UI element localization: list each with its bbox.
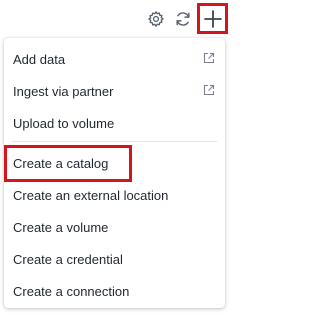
- settings-button[interactable]: [143, 6, 169, 32]
- external-link-icon: [203, 52, 215, 64]
- menu-item-create-credential[interactable]: Create a credential: [4, 243, 225, 275]
- menu-item-label: Create an external location: [13, 187, 169, 203]
- menu-item-label: Ingest via partner: [13, 83, 114, 99]
- menu-divider: [12, 141, 217, 142]
- menu-item-ingest-via-partner[interactable]: Ingest via partner: [4, 75, 225, 107]
- refresh-button[interactable]: [170, 6, 196, 32]
- menu-item-create-connection[interactable]: Create a connection: [4, 275, 225, 307]
- gear-icon: [148, 11, 164, 27]
- add-button[interactable]: [197, 3, 228, 34]
- menu-item-label: Create a volume: [13, 219, 109, 235]
- menu-item-label: Upload to volume: [13, 115, 115, 131]
- menu-item-add-data[interactable]: Add data: [4, 43, 225, 75]
- external-link-icon: [203, 84, 215, 96]
- catalog-explorer-page: Add data Ingest via partner Upload to vo…: [0, 0, 229, 320]
- menu-item-label: Create a credential: [13, 251, 123, 267]
- menu-item-label: Create a catalog: [13, 155, 109, 171]
- menu-item-create-external-location[interactable]: Create an external location: [4, 179, 225, 211]
- add-dropdown-menu: Add data Ingest via partner Upload to vo…: [4, 38, 225, 308]
- plus-icon: [203, 9, 222, 28]
- menu-item-create-catalog[interactable]: Create a catalog: [4, 147, 225, 179]
- menu-item-upload-to-volume[interactable]: Upload to volume: [4, 107, 225, 139]
- refresh-icon: [176, 12, 190, 26]
- menu-item-label: Create a connection: [13, 283, 130, 299]
- menu-item-create-volume[interactable]: Create a volume: [4, 211, 225, 243]
- menu-item-label: Add data: [13, 51, 66, 67]
